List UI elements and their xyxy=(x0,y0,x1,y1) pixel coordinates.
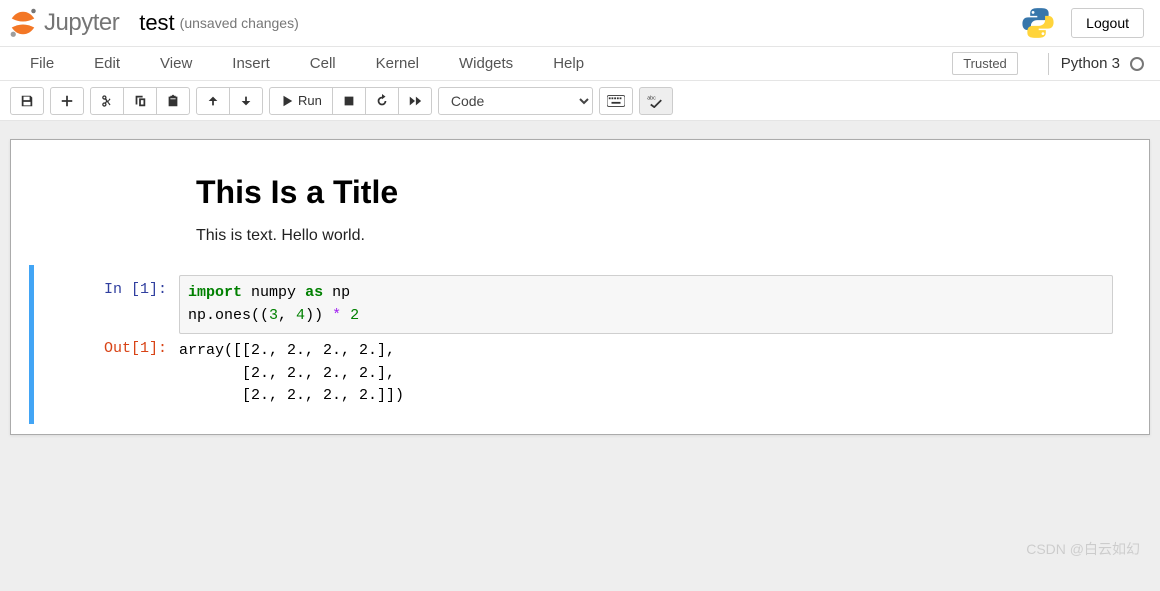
markdown-title: This Is a Title xyxy=(196,174,1149,211)
spellcheck-icon: abc xyxy=(647,94,665,108)
play-icon xyxy=(280,94,294,108)
paste-icon xyxy=(166,94,180,108)
menu-edit[interactable]: Edit xyxy=(80,49,134,78)
notebook-container: This Is a Title This is text. Hello worl… xyxy=(10,139,1150,435)
svg-text:abc: abc xyxy=(647,95,656,101)
spellcheck-button[interactable]: abc xyxy=(639,87,673,115)
code-cell[interactable]: In [1]: import numpy as npnp.ones((3, 4)… xyxy=(29,265,1133,424)
notebook-area: This Is a Title This is text. Hello worl… xyxy=(0,121,1160,591)
keyboard-icon xyxy=(607,95,625,107)
arrow-down-icon xyxy=(239,94,253,108)
toolbar: Run Code abc xyxy=(0,81,1160,121)
markdown-cell[interactable]: This Is a Title This is text. Hello worl… xyxy=(11,174,1149,265)
arrow-up-icon xyxy=(206,94,220,108)
restart-icon xyxy=(375,94,389,108)
menu-cell[interactable]: Cell xyxy=(296,49,350,78)
restart-button[interactable] xyxy=(365,87,399,115)
fast-forward-icon xyxy=(408,94,422,108)
menubar-separator xyxy=(1048,53,1049,75)
command-palette-button[interactable] xyxy=(599,87,633,115)
move-down-button[interactable] xyxy=(229,87,263,115)
menu-widgets[interactable]: Widgets xyxy=(445,49,527,78)
stop-icon xyxy=(342,94,356,108)
insert-cell-button[interactable] xyxy=(50,87,84,115)
copy-button[interactable] xyxy=(123,87,157,115)
jupyter-logo[interactable]: Jupyter xyxy=(8,8,119,38)
jupyter-wordmark: Jupyter xyxy=(44,9,119,37)
code-output: array([[2., 2., 2., 2.], [2., 2., 2., 2.… xyxy=(179,334,1133,414)
kernel-idle-icon xyxy=(1130,57,1144,71)
save-icon xyxy=(20,94,34,108)
menu-view[interactable]: View xyxy=(146,49,206,78)
save-button[interactable] xyxy=(10,87,44,115)
in-prompt: In [1]: xyxy=(34,275,179,298)
out-prompt: Out[1]: xyxy=(34,334,179,357)
copy-icon xyxy=(133,94,147,108)
menu-insert[interactable]: Insert xyxy=(218,49,284,78)
run-button[interactable]: Run xyxy=(269,87,333,115)
menubar: File Edit View Insert Cell Kernel Widget… xyxy=(0,47,1160,81)
restart-run-all-button[interactable] xyxy=(398,87,432,115)
cell-type-select[interactable]: Code xyxy=(438,87,593,115)
python-icon xyxy=(1021,6,1055,40)
interrupt-button[interactable] xyxy=(332,87,366,115)
trusted-indicator[interactable]: Trusted xyxy=(952,52,1018,75)
jupyter-planet-icon xyxy=(8,8,38,38)
cut-button[interactable] xyxy=(90,87,124,115)
run-label: Run xyxy=(298,93,322,108)
markdown-text: This is text. Hello world. xyxy=(196,227,1149,245)
cut-icon xyxy=(100,94,114,108)
menu-help[interactable]: Help xyxy=(539,49,598,78)
notebook-name[interactable]: test xyxy=(139,10,174,36)
paste-button[interactable] xyxy=(156,87,190,115)
menu-kernel[interactable]: Kernel xyxy=(362,49,433,78)
kernel-name[interactable]: Python 3 xyxy=(1061,55,1120,72)
logout-button[interactable]: Logout xyxy=(1071,8,1144,38)
move-up-button[interactable] xyxy=(196,87,230,115)
header-bar: Jupyter test (unsaved changes) Logout xyxy=(0,0,1160,47)
code-input[interactable]: import numpy as npnp.ones((3, 4)) * 2 xyxy=(179,275,1113,334)
watermark: CSDN @白云如幻 xyxy=(1026,539,1140,559)
menu-file[interactable]: File xyxy=(16,49,68,78)
plus-icon xyxy=(60,94,74,108)
save-status: (unsaved changes) xyxy=(180,15,299,31)
